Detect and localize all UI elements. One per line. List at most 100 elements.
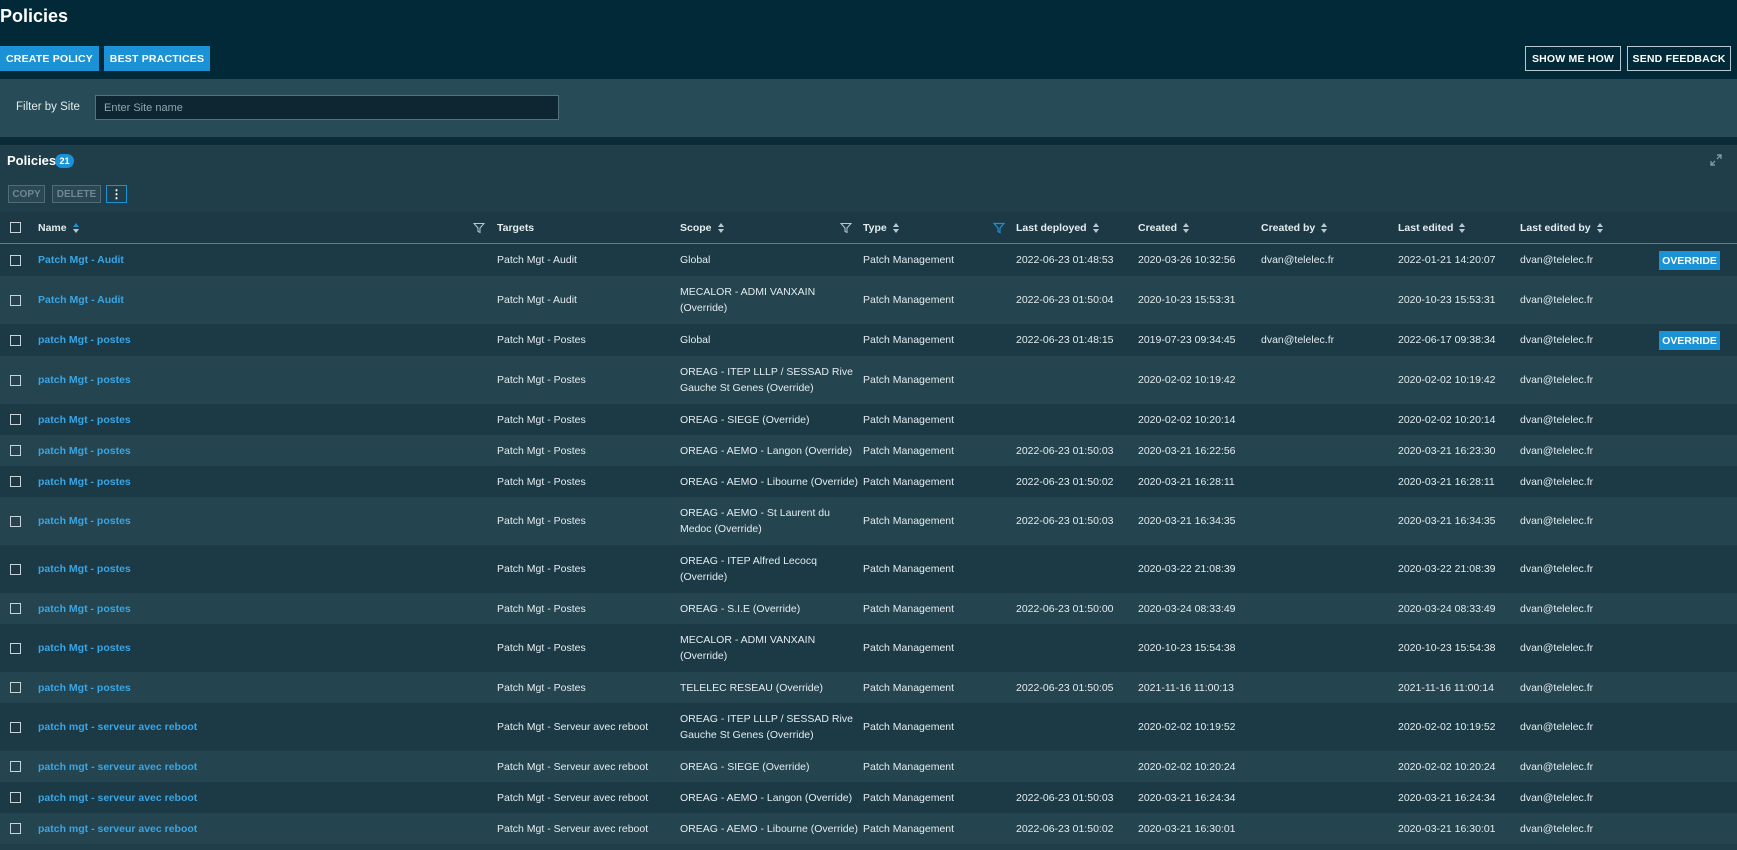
policy-name-link[interactable]: patch mgt - serveur avec reboot — [38, 782, 488, 813]
targets-cell: Patch Mgt - Serveur avec reboot — [497, 822, 649, 835]
row-checkbox[interactable] — [10, 375, 21, 386]
column-header-last-deployed[interactable]: Last deployed — [1016, 212, 1100, 244]
table-row[interactable]: patch Mgt - postes Patch Mgt - Postes OREA… — [0, 466, 1737, 497]
row-checkbox[interactable] — [10, 445, 21, 456]
override-button[interactable]: OVERRIDE — [1659, 251, 1720, 270]
created-by-cell — [1261, 782, 1391, 813]
row-checkbox[interactable] — [10, 682, 21, 693]
table-row[interactable]: patch Mgt - postes Patch Mgt - Postes OREA… — [0, 497, 1737, 545]
type-cell: Patch Management — [863, 760, 955, 773]
table-row[interactable]: patch mgt - serveur avec reboot Patch Mgt… — [0, 782, 1737, 813]
scope-cell: OREAG - ITEP LLLP / SESSAD Rive Gauche S… — [680, 713, 853, 741]
column-header-label: Type — [863, 222, 887, 234]
column-header-created-by[interactable]: Created by — [1261, 212, 1328, 244]
filter-active-icon[interactable] — [993, 222, 1005, 234]
row-checkbox[interactable] — [10, 335, 21, 346]
table-row[interactable]: patch Mgt - postes Patch Mgt - Postes TELE… — [0, 672, 1737, 703]
policy-name-link[interactable]: patch Mgt - postes — [38, 497, 488, 545]
page-title: Policies — [0, 6, 69, 26]
type-cell: Patch Management — [863, 475, 955, 488]
table-row[interactable]: patch Mgt - postes Patch Mgt - Postes OREA… — [0, 356, 1737, 404]
policy-name-link[interactable]: patch Mgt - postes — [38, 404, 488, 435]
last-edited-by-cell: dvan@telelec.fr — [1520, 294, 1594, 306]
policy-name-link[interactable]: patch Mgt - postes — [38, 435, 488, 466]
row-checkbox[interactable] — [10, 414, 21, 425]
table-row[interactable]: patch Mgt - postes Patch Mgt - Postes OREA… — [0, 404, 1737, 435]
table-row[interactable]: patch mgt - serveur avec reboot Patch Mgt… — [0, 813, 1737, 844]
sort-icon[interactable] — [1092, 222, 1100, 234]
expand-icon[interactable] — [1709, 153, 1723, 167]
create-policy-button[interactable]: CREATE POLICY — [0, 46, 99, 71]
table-row[interactable]: patch Mgt - postes Patch Mgt - Postes MECA… — [0, 624, 1737, 672]
sort-icon[interactable] — [892, 222, 900, 234]
column-header-last-edited-by[interactable]: Last edited by — [1520, 212, 1604, 244]
policy-name-link[interactable]: Patch Mgt - Audit — [38, 276, 488, 324]
sort-icon[interactable] — [1321, 222, 1328, 234]
column-header-targets: Targets — [497, 212, 534, 244]
row-checkbox[interactable] — [10, 643, 21, 654]
row-checkbox[interactable] — [10, 761, 21, 772]
table-row[interactable]: patch mgt - serveur avec reboot Patch Mgt… — [0, 703, 1737, 751]
row-checkbox[interactable] — [10, 603, 21, 614]
row-checkbox[interactable] — [10, 255, 21, 266]
policy-name-link[interactable]: patch mgt - serveur avec reboot — [38, 813, 488, 844]
select-all-checkbox[interactable] — [10, 222, 21, 233]
copy-button[interactable]: COPY — [8, 185, 45, 203]
sort-icon[interactable] — [1183, 222, 1190, 234]
table-row[interactable]: patch Mgt - postes Patch Mgt - Postes Glob… — [0, 324, 1737, 356]
column-header-label: Created — [1138, 222, 1178, 234]
override-button[interactable]: OVERRIDE — [1659, 331, 1720, 350]
row-checkbox[interactable] — [10, 564, 21, 575]
table-row[interactable]: patch Mgt - postes Patch Mgt - Postes OREA… — [0, 593, 1737, 624]
filter-icon[interactable] — [473, 222, 485, 234]
created-by-cell: dvan@telelec.fr — [1261, 334, 1335, 346]
last-edited-cell: 2022-01-21 14:20:07 — [1398, 254, 1496, 266]
sort-icon[interactable] — [1596, 222, 1604, 234]
last-edited-cell: 2020-10-23 15:53:31 — [1398, 294, 1496, 306]
policy-name-link[interactable]: patch Mgt - postes — [38, 593, 488, 624]
sort-icon[interactable] — [1459, 222, 1466, 234]
delete-button[interactable]: DELETE — [52, 185, 101, 203]
column-header-last-edited[interactable]: Last edited — [1398, 212, 1466, 244]
column-header-name[interactable]: Name — [38, 212, 80, 244]
table-row[interactable]: patch Mgt - postes Patch Mgt - Postes OREA… — [0, 545, 1737, 593]
column-header-label: Targets — [497, 222, 535, 234]
policy-name-link[interactable]: patch Mgt - postes — [38, 356, 488, 404]
show-me-how-button[interactable]: SHOW ME HOW — [1525, 46, 1621, 71]
sort-icon[interactable] — [72, 222, 80, 234]
table-row[interactable]: Patch Mgt - Audit Patch Mgt - Audit MECALO… — [0, 276, 1737, 324]
last-edited-cell: 2020-02-02 10:20:14 — [1398, 413, 1496, 426]
site-filter-input[interactable] — [95, 95, 559, 120]
table-row[interactable]: patch mgt - serveur avec reboot Patch Mgt… — [0, 751, 1737, 782]
table-row[interactable]: Patch Mgt - Audit Patch Mgt - Audit Global… — [0, 244, 1737, 276]
table-row[interactable]: patch Mgt - postes Patch Mgt - Postes OREA… — [0, 435, 1737, 466]
send-feedback-button[interactable]: SEND FEEDBACK — [1627, 46, 1731, 71]
created-by-cell — [1261, 497, 1391, 545]
column-header-type[interactable]: Type — [863, 212, 900, 244]
sort-icon[interactable] — [717, 222, 725, 234]
more-actions-button[interactable]: ⋮ — [106, 185, 127, 203]
column-header-scope[interactable]: Scope — [680, 212, 725, 244]
policy-name-link[interactable]: patch Mgt - postes — [38, 324, 488, 356]
column-header-created[interactable]: Created — [1138, 212, 1190, 244]
row-checkbox[interactable] — [10, 516, 21, 527]
type-cell: Patch Management — [863, 642, 955, 654]
row-checkbox[interactable] — [10, 722, 21, 733]
policy-name-link[interactable]: patch mgt - serveur avec reboot — [38, 751, 488, 782]
policy-name-link[interactable]: patch Mgt - postes — [38, 624, 488, 672]
row-checkbox[interactable] — [10, 295, 21, 306]
row-checkbox[interactable] — [10, 476, 21, 487]
best-practices-button[interactable]: BEST PRACTICES — [104, 46, 210, 71]
created-cell: 2020-10-23 15:53:31 — [1138, 294, 1236, 306]
last-deployed-cell — [1016, 703, 1136, 751]
row-checkbox[interactable] — [10, 792, 21, 803]
policy-name-link[interactable]: Patch Mgt - Audit — [38, 244, 488, 276]
policy-name-link[interactable]: patch Mgt - postes — [38, 672, 488, 703]
filter-icon[interactable] — [840, 222, 852, 234]
policy-name-link[interactable]: patch Mgt - postes — [38, 466, 488, 497]
last-deployed-cell: 2022-06-23 01:50:03 — [1016, 791, 1114, 804]
policy-name-link[interactable]: patch mgt - serveur avec reboot — [38, 703, 488, 751]
policy-name-link[interactable]: patch Mgt - postes — [38, 545, 488, 593]
row-checkbox[interactable] — [10, 823, 21, 834]
created-cell: 2020-02-02 10:19:52 — [1138, 721, 1236, 733]
